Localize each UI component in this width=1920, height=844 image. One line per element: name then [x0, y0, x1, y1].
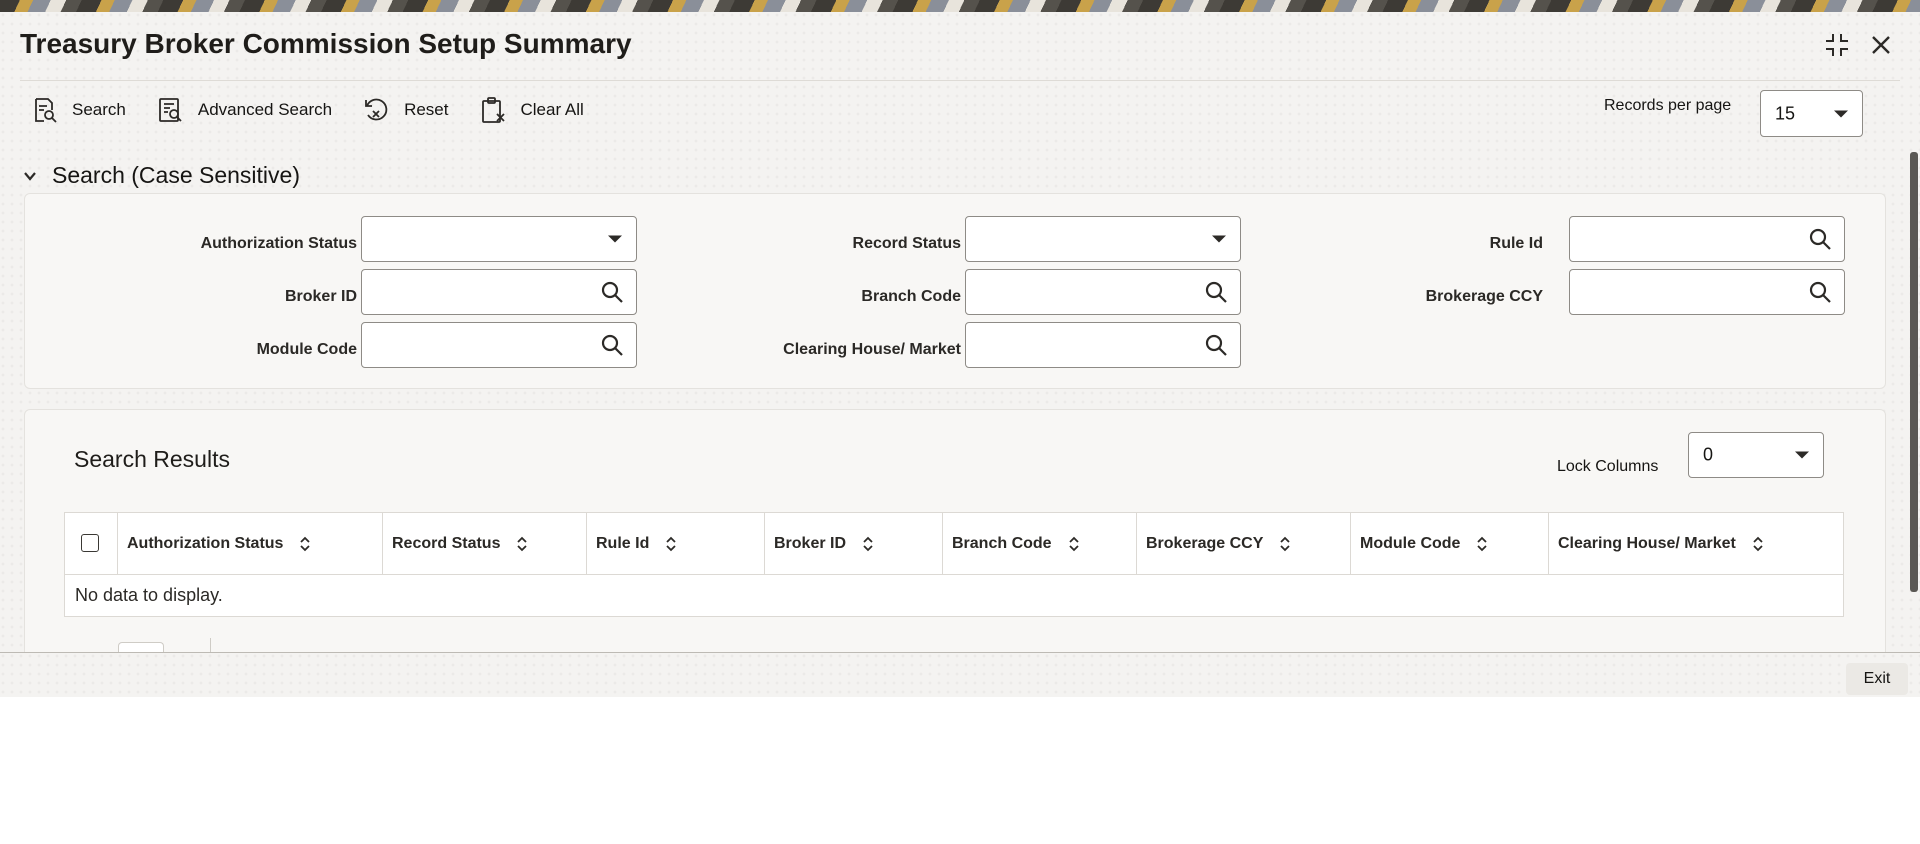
authorization-status-label: Authorization Status: [200, 235, 357, 252]
empty-table-message: No data to display.: [75, 585, 223, 605]
column-header-label: Broker ID: [774, 534, 847, 552]
record-status-select[interactable]: [965, 216, 1241, 262]
search-results-heading: Search Results: [74, 446, 230, 472]
search-icon[interactable]: [1204, 333, 1228, 357]
search-section-heading: Search (Case Sensitive): [52, 162, 300, 188]
rule-id-label: Rule Id: [1489, 235, 1543, 252]
column-header-label: Clearing House/ Market: [1558, 534, 1736, 552]
lock-columns-label: Lock Columns: [1557, 458, 1659, 475]
sort-icon: [1280, 536, 1291, 551]
clearing-house-label: Clearing House/ Market: [783, 341, 961, 358]
column-header-label: Module Code: [1360, 534, 1461, 552]
select-all-checkbox[interactable]: [81, 534, 99, 552]
record-status-label: Record Status: [852, 235, 961, 252]
broker-id-label: Broker ID: [284, 288, 357, 305]
search-button[interactable]: Search: [30, 96, 126, 124]
column-header-label: Brokerage CCY: [1146, 534, 1264, 552]
close-icon[interactable]: [1864, 28, 1898, 62]
reset-button[interactable]: Reset: [362, 96, 449, 124]
column-header-clearing-house[interactable]: Clearing House/ Market: [1548, 513, 1843, 574]
clear-all-button-label: Clear All: [520, 100, 584, 119]
summary-window: Treasury Broker Commission Setup Summary…: [0, 12, 1920, 697]
clipboard-clear-icon: [481, 97, 505, 123]
chevron-down-icon: [608, 235, 622, 243]
column-header-label: Record Status: [392, 534, 501, 552]
column-header-module-code[interactable]: Module Code: [1350, 513, 1548, 574]
sort-icon: [1068, 536, 1079, 551]
reset-button-label: Reset: [404, 100, 449, 119]
branch-code-input[interactable]: [965, 269, 1241, 315]
column-header-branch-code[interactable]: Branch Code: [942, 513, 1136, 574]
rule-id-input[interactable]: [1569, 216, 1845, 262]
column-header-authorization-status[interactable]: Authorization Status: [117, 513, 382, 574]
advanced-search-button-label: Advanced Search: [197, 100, 333, 119]
collapse-icon[interactable]: [1820, 28, 1854, 62]
search-icon[interactable]: [1808, 280, 1832, 304]
module-code-label: Module Code: [256, 341, 357, 358]
authorization-status-select[interactable]: [361, 216, 637, 262]
sort-icon: [863, 536, 873, 551]
column-header-label: Authorization Status: [127, 534, 284, 552]
records-per-page-label: Records per page: [1604, 97, 1732, 114]
page-title: Treasury Broker Commission Setup Summary: [20, 28, 632, 59]
chevron-down-icon: [1212, 235, 1226, 243]
table-header: Authorization Status Record Status Rule …: [65, 513, 1843, 575]
chevron-down-icon: [24, 171, 36, 181]
vertical-scrollbar[interactable]: [1910, 152, 1918, 592]
search-section-toggle[interactable]: Search (Case Sensitive): [22, 162, 300, 189]
lock-columns-select[interactable]: 0: [1688, 432, 1824, 478]
chevron-down-icon: [1795, 451, 1809, 459]
reset-icon: [365, 98, 388, 121]
search-icon[interactable]: [600, 333, 624, 357]
sort-icon: [517, 536, 528, 551]
advanced-search-icon: [158, 98, 182, 122]
search-icon[interactable]: [600, 280, 624, 304]
title-divider: [20, 80, 1900, 81]
search-icon[interactable]: [1808, 227, 1832, 251]
chevron-down-icon: [1834, 110, 1848, 117]
clear-all-button[interactable]: Clear All: [479, 96, 584, 124]
sort-icon: [1753, 536, 1763, 551]
clearing-house-input[interactable]: [965, 322, 1241, 368]
branch-code-label: Branch Code: [861, 288, 961, 305]
column-header-label: Rule Id: [596, 534, 650, 552]
toolbar: Search Advanced Search Reset Clear All: [30, 96, 614, 124]
module-code-input[interactable]: [361, 322, 637, 368]
advanced-search-button[interactable]: Advanced Search: [156, 96, 332, 124]
broker-id-input[interactable]: [361, 269, 637, 315]
search-button-label: Search: [72, 100, 126, 119]
decorative-banner: [0, 0, 1920, 12]
footer-bar: Exit: [0, 652, 1920, 697]
column-header-broker-id[interactable]: Broker ID: [764, 513, 942, 574]
sort-icon: [1477, 536, 1488, 551]
column-header-record-status[interactable]: Record Status: [382, 513, 586, 574]
search-icon[interactable]: [1204, 280, 1228, 304]
records-per-page-value: 15: [1775, 103, 1796, 123]
search-criteria-panel: Authorization Status Record Status Rule …: [24, 193, 1886, 389]
lock-columns-value: 0: [1703, 444, 1714, 465]
brokerage-ccy-label: Brokerage CCY: [1425, 288, 1543, 305]
exit-button[interactable]: Exit: [1846, 663, 1908, 695]
search-doc-icon: [35, 98, 57, 123]
records-per-page-select[interactable]: 15: [1760, 90, 1863, 137]
column-header-rule-id[interactable]: Rule Id: [586, 513, 764, 574]
brokerage-ccy-input[interactable]: [1569, 269, 1845, 315]
sort-icon: [300, 536, 311, 551]
sort-icon: [666, 536, 676, 551]
column-header-brokerage-ccy[interactable]: Brokerage CCY: [1136, 513, 1350, 574]
column-header-label: Branch Code: [952, 534, 1052, 552]
results-table: Authorization Status Record Status Rule …: [64, 512, 1844, 617]
